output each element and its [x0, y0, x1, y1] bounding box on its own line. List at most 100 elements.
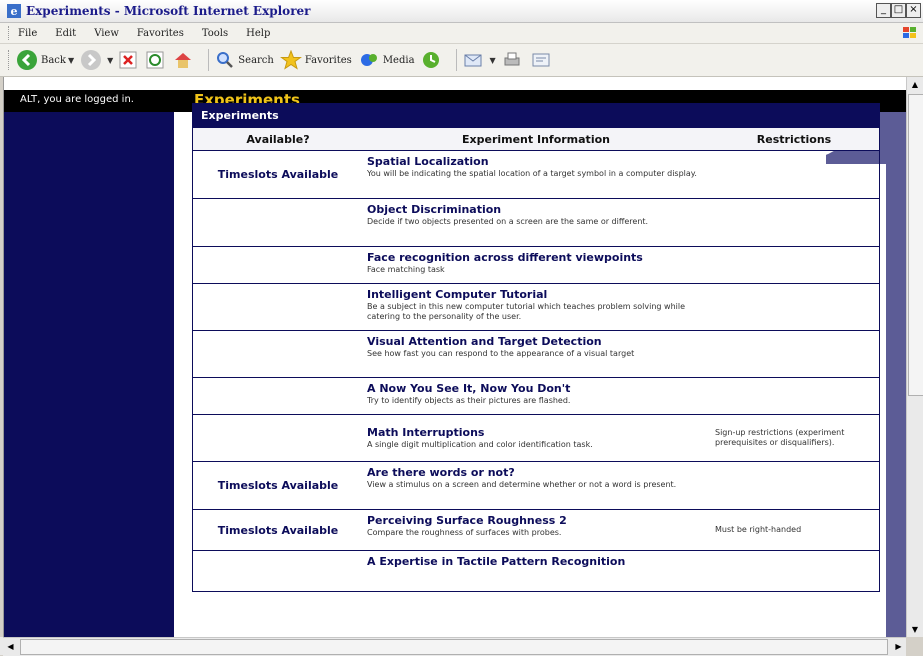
experiment-link[interactable]: Object Discrimination — [367, 203, 705, 216]
menu-favorites[interactable]: Favorites — [137, 28, 184, 39]
windows-logo-icon — [903, 27, 916, 38]
scroll-up-icon[interactable]: ▲ — [908, 77, 922, 92]
login-status: ALT, you are logged in. — [20, 94, 134, 105]
scroll-corner — [906, 637, 923, 655]
back-dropdown-icon[interactable]: ▼ — [68, 56, 74, 65]
availability-link[interactable] — [193, 378, 363, 414]
experiment-link[interactable]: Math Interruptions — [367, 426, 705, 439]
vertical-scrollbar[interactable]: ▲ ▼ — [906, 77, 923, 637]
forward-button[interactable]: ▼ — [80, 49, 113, 71]
mail-icon — [464, 54, 482, 67]
back-label: Back — [41, 54, 66, 66]
media-button[interactable]: Media — [358, 50, 415, 70]
table-row: A Expertise in Tactile Pattern Recogniti… — [193, 551, 879, 591]
close-button[interactable]: × — [906, 3, 921, 18]
table-row: Intelligent Computer Tutorial Be a subje… — [193, 284, 879, 331]
availability-link[interactable] — [193, 331, 363, 377]
experiment-description: Compare the roughness of surfaces with p… — [367, 528, 562, 537]
stop-button[interactable] — [119, 51, 140, 69]
experiment-link[interactable]: Perceiving Surface Roughness 2 — [367, 514, 705, 527]
experiment-link[interactable]: A Now You See It, Now You Don't — [367, 382, 705, 395]
table-caption: Experiments — [193, 104, 879, 128]
menu-help[interactable]: Help — [246, 28, 270, 39]
history-button[interactable] — [421, 50, 444, 70]
restriction-text — [709, 331, 879, 377]
minimize-button[interactable]: _ — [876, 3, 891, 18]
toolbar: Back ▼ ▼ Search Favorites Media ▼ — [0, 44, 923, 77]
restriction-text — [709, 247, 879, 283]
favorites-button[interactable]: Favorites — [279, 50, 352, 70]
restriction-text — [709, 151, 879, 198]
table-row: Face recognition across different viewpo… — [193, 247, 879, 284]
forward-dropdown-icon[interactable]: ▼ — [107, 56, 113, 65]
availability-link[interactable]: Timeslots Available — [193, 151, 363, 198]
table-row: Timeslots Available Spatial Localization… — [193, 151, 879, 199]
history-icon — [422, 52, 439, 68]
refresh-button[interactable] — [146, 51, 167, 69]
left-sidebar — [4, 112, 174, 637]
availability-link[interactable]: Timeslots Available — [193, 462, 363, 509]
table-row: Visual Attention and Target Detection Se… — [193, 331, 879, 378]
availability-link[interactable] — [193, 551, 363, 591]
restriction-text — [709, 462, 879, 509]
title-bar: e Experiments - Microsoft Internet Explo… — [0, 0, 923, 23]
refresh-icon — [146, 51, 164, 69]
experiment-link[interactable]: Intelligent Computer Tutorial — [367, 288, 705, 301]
media-icon — [360, 54, 377, 66]
experiment-link[interactable]: Are there words or not? — [367, 466, 705, 479]
mail-dropdown-icon[interactable]: ▼ — [490, 56, 496, 65]
search-button[interactable]: Search — [215, 50, 274, 70]
menu-bar: File Edit View Favorites Tools Help — [0, 23, 923, 44]
experiment-description: See how fast you can respond to the appe… — [367, 349, 635, 358]
availability-link[interactable] — [193, 284, 363, 330]
header-experiment-info: Experiment Information — [462, 132, 610, 146]
experiment-description: Be a subject in this new computer tutori… — [367, 302, 686, 321]
scroll-right-icon[interactable]: ▶ — [891, 639, 906, 654]
scroll-left-icon[interactable]: ◀ — [3, 639, 18, 654]
maximize-button[interactable]: □ — [891, 3, 906, 18]
window-title: Experiments - Microsoft Internet Explore… — [26, 4, 311, 18]
table-header: Available? Experiment Information Restri… — [193, 128, 879, 151]
experiment-link[interactable]: Face recognition across different viewpo… — [367, 251, 705, 264]
horizontal-scroll-thumb[interactable] — [20, 639, 888, 655]
experiment-description: You will be indicating the spatial locat… — [367, 169, 697, 178]
toolbar-separator — [455, 49, 457, 71]
menu-file[interactable]: File — [18, 28, 37, 39]
home-button[interactable] — [173, 51, 196, 69]
mail-button[interactable]: ▼ — [463, 50, 496, 70]
restriction-text: Sign-up restrictions (experiment prerequ… — [715, 428, 845, 447]
table-row: Math Interruptions A single digit multip… — [193, 415, 879, 462]
back-button[interactable]: Back ▼ — [16, 49, 74, 71]
ie-window-icon: e — [7, 4, 21, 18]
restriction-text: Must be right-handed — [715, 525, 802, 534]
menu-view[interactable]: View — [94, 28, 119, 39]
svg-text:e: e — [11, 5, 18, 18]
availability-link[interactable] — [193, 247, 363, 283]
experiment-link[interactable]: Visual Attention and Target Detection — [367, 335, 705, 348]
media-label: Media — [382, 54, 415, 66]
experiment-link[interactable]: Spatial Localization — [367, 155, 705, 168]
favorites-label: Favorites — [304, 54, 352, 66]
experiment-link[interactable]: A Expertise in Tactile Pattern Recogniti… — [367, 555, 705, 568]
experiments-table: Experiments Available? Experiment Inform… — [192, 103, 880, 592]
menu-grip — [8, 26, 12, 40]
toolbar-grip — [8, 50, 12, 70]
experiment-description: View a stimulus on a screen and determin… — [367, 480, 677, 489]
availability-link[interactable]: Timeslots Available — [193, 510, 363, 550]
edit-page-icon — [532, 53, 550, 67]
experiment-description: A single digit multiplication and color … — [367, 440, 593, 449]
vertical-scroll-thumb[interactable] — [908, 94, 923, 396]
print-button[interactable] — [502, 50, 525, 70]
horizontal-scrollbar[interactable]: ◀ ▶ — [3, 637, 906, 656]
availability-link[interactable] — [193, 199, 363, 246]
experiment-description: Face matching task — [367, 265, 445, 274]
menu-edit[interactable]: Edit — [55, 28, 76, 39]
scroll-down-icon[interactable]: ▼ — [908, 622, 922, 637]
table-row: Timeslots Available Are there words or n… — [193, 462, 879, 510]
availability-link[interactable] — [193, 415, 363, 461]
table-row: Timeslots Available Perceiving Surface R… — [193, 510, 879, 551]
restriction-text — [709, 284, 879, 330]
print-icon — [504, 52, 520, 66]
menu-tools[interactable]: Tools — [202, 28, 228, 39]
edit-button[interactable] — [531, 50, 554, 70]
